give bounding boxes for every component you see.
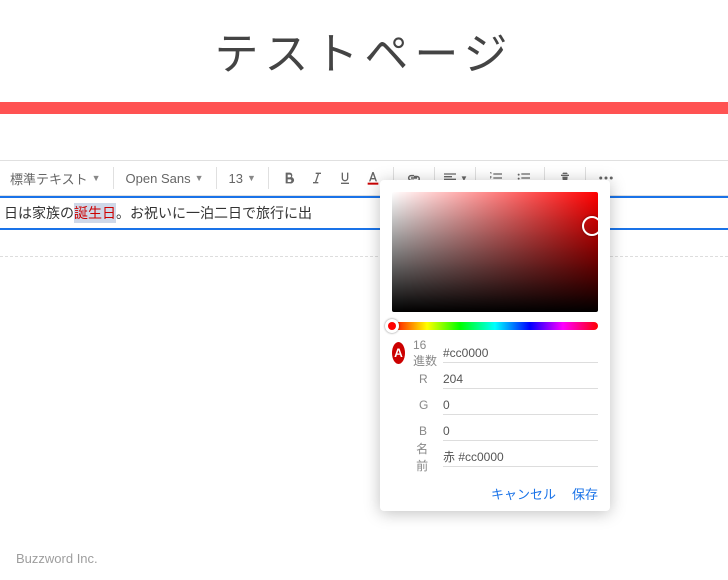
r-input[interactable] bbox=[443, 370, 598, 389]
divider bbox=[216, 167, 217, 189]
toolbar: 標準テキスト ▼ Open Sans ▼ 13 ▼ ▼ bbox=[0, 160, 728, 196]
saturation-value-picker[interactable] bbox=[392, 192, 598, 312]
selected-text: 誕生日 bbox=[74, 203, 116, 223]
color-picker-popover: A 16 進数 R G B 名前 キャンセル 保存 bbox=[380, 180, 610, 511]
g-input[interactable] bbox=[443, 396, 598, 415]
divider bbox=[113, 167, 114, 189]
font-family-dropdown[interactable]: Open Sans ▼ bbox=[120, 171, 210, 186]
r-label: R bbox=[419, 372, 437, 386]
italic-icon bbox=[309, 170, 325, 186]
text-fragment: 。お祝いに一泊二日で旅行に出 bbox=[116, 203, 312, 223]
hex-label: 16 進数 bbox=[413, 338, 437, 369]
font-family-label: Open Sans bbox=[126, 171, 191, 186]
footer-brand: Buzzword Inc. bbox=[16, 551, 98, 566]
divider bbox=[268, 167, 269, 189]
cancel-button[interactable]: キャンセル bbox=[491, 484, 556, 503]
font-size-label: 13 bbox=[229, 171, 243, 186]
hue-slider-thumb[interactable] bbox=[385, 319, 399, 333]
italic-button[interactable] bbox=[303, 164, 331, 192]
name-label: 名前 bbox=[416, 440, 437, 474]
editor-area[interactable]: 日は家族の誕生日。お祝いに一泊二日で旅行に出 bbox=[0, 196, 728, 257]
banner bbox=[0, 102, 728, 114]
section-divider bbox=[0, 256, 728, 257]
hue-slider[interactable] bbox=[392, 322, 598, 330]
chevron-down-icon: ▼ bbox=[247, 173, 256, 183]
font-size-dropdown[interactable]: 13 ▼ bbox=[223, 171, 262, 186]
paragraph-style-label: 標準テキスト bbox=[10, 169, 88, 188]
underline-button[interactable] bbox=[331, 164, 359, 192]
bold-button[interactable] bbox=[275, 164, 303, 192]
chevron-down-icon: ▼ bbox=[195, 173, 204, 183]
editor-line[interactable]: 日は家族の誕生日。お祝いに一泊二日で旅行に出 bbox=[0, 196, 728, 230]
text-fragment: 日は家族の bbox=[4, 203, 74, 223]
hex-input[interactable] bbox=[443, 344, 598, 363]
paragraph-style-dropdown[interactable]: 標準テキスト ▼ bbox=[4, 169, 107, 188]
b-label: B bbox=[419, 424, 437, 438]
text-color-icon bbox=[365, 170, 381, 186]
g-label: G bbox=[419, 398, 437, 412]
page-title: テストページ bbox=[0, 18, 728, 82]
color-swatch-badge: A bbox=[392, 342, 405, 364]
save-button[interactable]: 保存 bbox=[572, 484, 598, 503]
b-input[interactable] bbox=[443, 422, 598, 441]
name-input[interactable] bbox=[443, 448, 598, 467]
underline-icon bbox=[337, 170, 353, 186]
chevron-down-icon: ▼ bbox=[92, 173, 101, 183]
bold-icon bbox=[281, 170, 297, 186]
